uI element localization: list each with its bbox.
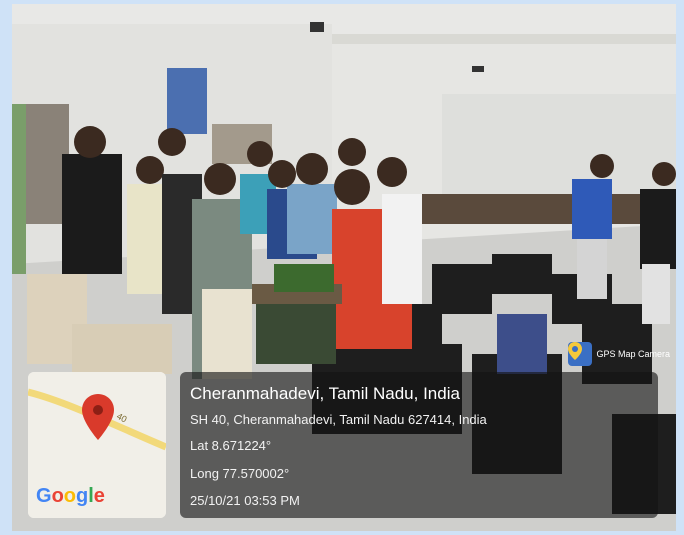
location-pin-icon [568, 342, 593, 366]
latitude-line: Lat 8.671224° [190, 438, 272, 453]
google-logo: Google [36, 485, 105, 507]
address-line: SH 40, Cheranmahadevi, Tamil Nadu 627414… [190, 412, 487, 427]
gps-map-camera-badge: GPS Map Camera [568, 342, 670, 366]
longitude-line: Long 77.570002° [190, 466, 290, 481]
location-title: Cheranmahadevi, Tamil Nadu, India [190, 384, 460, 403]
location-info-panel: Cheranmahadevi, Tamil Nadu, India SH 40,… [180, 372, 658, 518]
timestamp-line: 25/10/21 03:53 PM [190, 493, 300, 508]
badge-label: GPS Map Camera [596, 349, 670, 359]
image-frame: GPS Map Camera 40 Google Cheranmahadevi,… [0, 0, 684, 535]
map-thumbnail: 40 Google [28, 372, 166, 518]
